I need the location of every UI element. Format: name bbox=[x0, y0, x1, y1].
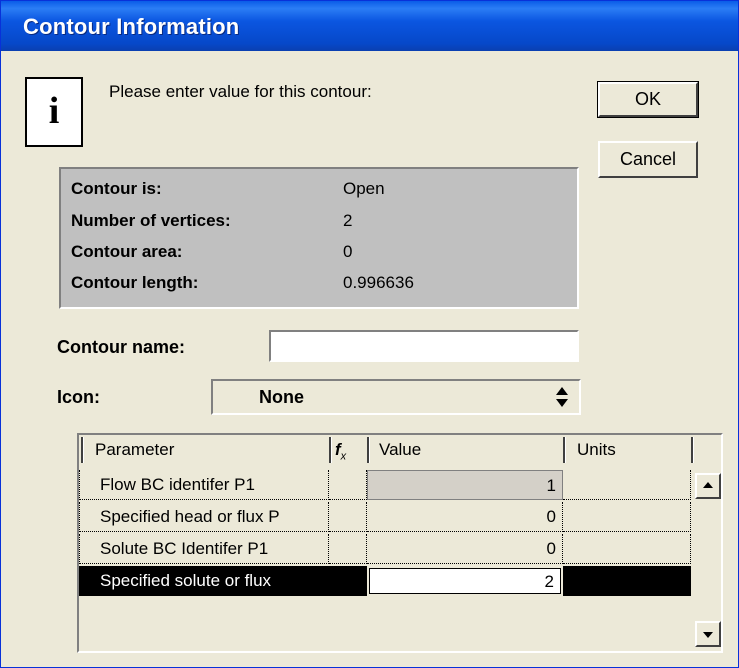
info-value: 0.996636 bbox=[343, 273, 414, 292]
function-fx-icon[interactable]: fx bbox=[331, 435, 363, 465]
info-value: 2 bbox=[343, 211, 353, 230]
parameter-grid: Parameter fx Value Units Flow BC identif… bbox=[77, 433, 723, 653]
info-label: Contour area: bbox=[71, 242, 183, 261]
contour-information-dialog: Contour Information i Please enter value… bbox=[0, 0, 739, 668]
function-cell[interactable] bbox=[329, 566, 367, 596]
parameter-cell[interactable]: Solute BC Identifer P1 bbox=[79, 534, 329, 564]
column-header-value[interactable]: Value bbox=[371, 435, 561, 465]
units-cell[interactable] bbox=[563, 566, 691, 596]
parameter-cell[interactable]: Flow BC identifer P1 bbox=[79, 470, 329, 500]
scroll-down-button[interactable] bbox=[695, 621, 721, 647]
arrow-up-icon bbox=[703, 482, 713, 488]
window-title: Contour Information bbox=[23, 14, 240, 39]
table-row[interactable]: Flow BC identifer P1 1 bbox=[79, 469, 693, 501]
arrow-down-icon bbox=[703, 632, 713, 638]
ok-button[interactable]: OK bbox=[597, 81, 699, 118]
parameter-cell[interactable]: Specified head or flux P bbox=[79, 502, 329, 532]
info-value: Open bbox=[343, 179, 385, 198]
value-cell[interactable]: 1 bbox=[367, 470, 563, 500]
icon-select-value: None bbox=[259, 387, 304, 407]
column-header-parameter[interactable]: Parameter bbox=[87, 435, 325, 465]
cancel-button[interactable]: Cancel bbox=[598, 141, 698, 178]
function-cell[interactable] bbox=[329, 470, 367, 500]
title-bar[interactable]: Contour Information bbox=[1, 1, 738, 51]
function-cell[interactable] bbox=[329, 502, 367, 532]
function-cell[interactable] bbox=[329, 534, 367, 564]
column-divider bbox=[691, 437, 694, 463]
icon-select[interactable]: None bbox=[211, 379, 581, 415]
column-header-units[interactable]: Units bbox=[569, 435, 689, 465]
prompt-text: Please enter value for this contour: bbox=[109, 82, 372, 101]
column-divider bbox=[81, 437, 84, 463]
value-cell[interactable]: 0 bbox=[367, 534, 563, 564]
units-cell[interactable] bbox=[563, 502, 691, 532]
info-icon: i bbox=[25, 77, 83, 147]
units-cell[interactable] bbox=[563, 470, 691, 500]
info-label: Number of vertices: bbox=[71, 211, 231, 230]
column-divider bbox=[563, 437, 566, 463]
info-label: Contour length: bbox=[71, 273, 199, 292]
units-cell[interactable] bbox=[563, 534, 691, 564]
grid-header: Parameter fx Value Units bbox=[79, 435, 721, 465]
table-row[interactable]: Solute BC Identifer P1 0 bbox=[79, 533, 693, 565]
contour-summary-panel: Contour is: Open Number of vertices: 2 C… bbox=[59, 167, 579, 309]
contour-name-label: Contour name: bbox=[57, 337, 185, 357]
value-cell[interactable]: 0 bbox=[367, 502, 563, 532]
parameter-cell[interactable]: Specified solute or flux bbox=[79, 566, 329, 596]
info-value: 0 bbox=[343, 242, 353, 261]
table-row[interactable]: Specified head or flux P 0 bbox=[79, 501, 693, 533]
value-edit-input[interactable]: 2 bbox=[369, 568, 561, 594]
column-divider bbox=[367, 437, 370, 463]
updown-arrows-icon bbox=[556, 387, 568, 407]
info-label: Contour is: bbox=[71, 179, 162, 198]
vertical-scrollbar[interactable] bbox=[695, 469, 721, 651]
contour-name-input[interactable] bbox=[269, 330, 579, 362]
table-row-selected[interactable]: Specified solute or flux 2 bbox=[79, 565, 693, 597]
icon-label: Icon: bbox=[57, 387, 100, 407]
scroll-up-button[interactable] bbox=[695, 473, 721, 499]
